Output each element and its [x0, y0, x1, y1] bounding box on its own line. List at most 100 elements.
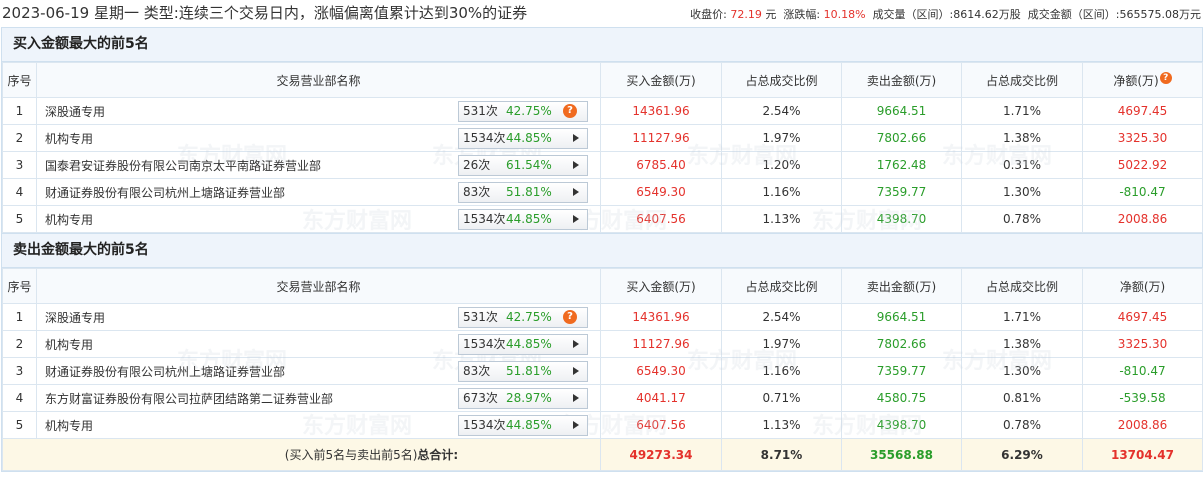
- page-header: 2023-06-19 星期一 类型:连续三个交易日内，涨幅偏离值累计达到30%的…: [0, 0, 1204, 27]
- row-sell-ratio: 1.71%: [961, 97, 1083, 125]
- row-broker: 国泰君安证券股份有限公司南京太平南路证券营业部 26次 61.54%: [36, 151, 601, 179]
- row-net-amount: -810.47: [1082, 357, 1203, 385]
- row-no: 4: [2, 384, 37, 412]
- row-buy-ratio: 1.16%: [721, 178, 842, 206]
- row-no: 5: [2, 205, 37, 233]
- broker-stat-button[interactable]: 1534次 44.85%: [458, 128, 588, 149]
- sell-table: 序号 交易营业部名称 买入金额(万) 占总成交比例 卖出金额(万) 占总成交比例…: [2, 268, 1203, 471]
- broker-name-link[interactable]: 深股通专用: [45, 309, 105, 326]
- row-buy-ratio: 1.16%: [721, 357, 842, 385]
- broker-stat-button[interactable]: 1534次 44.85%: [458, 209, 588, 230]
- table-row: 5 机构专用 1534次 44.85% 6407.56 1.13% 4398.70 0.78%…: [2, 205, 1203, 233]
- row-no: 3: [2, 151, 37, 179]
- broker-name-link[interactable]: 机构专用: [45, 336, 93, 353]
- broker-rise-rate: 51.81%: [506, 185, 552, 199]
- row-buy-ratio: 2.54%: [721, 303, 842, 331]
- row-buy-amount: 6549.30: [600, 178, 722, 206]
- col-header-no: 序号: [2, 62, 37, 98]
- row-no: 1: [2, 303, 37, 331]
- expand-arrow-icon[interactable]: [573, 161, 579, 169]
- close-price-label: 收盘价:: [690, 8, 727, 21]
- total-row: (买入前5名与卖出前5名)总合计: 49273.34 8.71% 35568.8…: [2, 438, 1203, 471]
- row-broker: 机构专用 1534次 44.85%: [36, 205, 601, 233]
- row-sell-amount: 9664.51: [841, 303, 962, 331]
- row-buy-ratio: 1.13%: [721, 205, 842, 233]
- row-sell-ratio: 0.78%: [961, 411, 1083, 439]
- expand-arrow-icon[interactable]: [573, 188, 579, 196]
- broker-count: 1534次: [463, 212, 506, 226]
- broker-name-link[interactable]: 东方财富证券股份有限公司拉萨团结路第二证券营业部: [45, 390, 333, 407]
- row-broker: 财通证券股份有限公司杭州上塘路证券营业部 83次 51.81%: [36, 357, 601, 385]
- broker-stat-button[interactable]: 83次 51.81%: [458, 182, 588, 203]
- broker-rise-rate: 44.85%: [506, 131, 552, 145]
- help-icon[interactable]: ?: [563, 104, 577, 118]
- broker-name-link[interactable]: 财通证券股份有限公司杭州上塘路证券营业部: [45, 184, 285, 201]
- change-value: 10.18%: [823, 8, 866, 21]
- broker-name-link[interactable]: 机构专用: [45, 417, 93, 434]
- expand-arrow-icon[interactable]: [573, 215, 579, 223]
- broker-stat-button[interactable]: 83次 51.81%: [458, 361, 588, 382]
- broker-name-link[interactable]: 深股通专用: [45, 103, 105, 120]
- row-broker: 机构专用 1534次 44.85%: [36, 330, 601, 358]
- col-header-name: 交易营业部名称: [36, 268, 601, 304]
- broker-name-link[interactable]: 机构专用: [45, 211, 93, 228]
- row-no: 3: [2, 357, 37, 385]
- row-sell-ratio: 0.78%: [961, 205, 1083, 233]
- broker-stat-button[interactable]: 531次 42.75%?: [458, 307, 588, 328]
- expand-arrow-icon[interactable]: [573, 367, 579, 375]
- col-header-name: 交易营业部名称: [36, 62, 601, 98]
- expand-arrow-icon[interactable]: [573, 340, 579, 348]
- expand-arrow-icon[interactable]: [573, 421, 579, 429]
- row-buy-amount: 14361.96: [600, 97, 722, 125]
- total-buy-ratio: 8.71%: [721, 438, 842, 471]
- broker-rise-rate: 42.75%: [506, 310, 552, 324]
- broker-rise-rate: 44.85%: [506, 337, 552, 351]
- total-buy: 49273.34: [600, 438, 722, 471]
- col-header-sell: 卖出金额(万): [841, 62, 962, 98]
- row-buy-ratio: 0.71%: [721, 384, 842, 412]
- broker-stat-button[interactable]: 673次 28.97%: [458, 388, 588, 409]
- broker-stat-button[interactable]: 531次 42.75%?: [458, 101, 588, 122]
- row-net-amount: 4697.45: [1082, 97, 1203, 125]
- row-net-amount: -810.47: [1082, 178, 1203, 206]
- row-buy-amount: 11127.96: [600, 330, 722, 358]
- buy-section-title: 买入金额最大的前5名: [2, 28, 1202, 62]
- row-no: 1: [2, 97, 37, 125]
- amount-value: 565575.08万元: [1119, 8, 1202, 21]
- help-icon[interactable]: ?: [563, 310, 577, 324]
- table-row: 2 机构专用 1534次 44.85% 11127.96 1.97% 7802.66 1.38…: [2, 124, 1203, 152]
- broker-stat-button[interactable]: 1534次 44.85%: [458, 415, 588, 436]
- row-sell-ratio: 1.38%: [961, 330, 1083, 358]
- row-buy-ratio: 1.20%: [721, 151, 842, 179]
- row-net-amount: -539.58: [1082, 384, 1203, 412]
- sell-table-body: 1 深股通专用 531次 42.75%? 14361.96 2.54% 9664.51 1.7…: [2, 303, 1203, 439]
- row-sell-ratio: 1.30%: [961, 178, 1083, 206]
- col-header-buy-ratio: 占总成交比例: [721, 268, 842, 304]
- row-sell-amount: 4580.75: [841, 384, 962, 412]
- row-buy-amount: 4041.17: [600, 384, 722, 412]
- row-buy-amount: 6549.30: [600, 357, 722, 385]
- broker-name-link[interactable]: 机构专用: [45, 130, 93, 147]
- row-sell-ratio: 1.71%: [961, 303, 1083, 331]
- row-no: 5: [2, 411, 37, 439]
- total-sell: 35568.88: [841, 438, 962, 471]
- row-net-amount: 2008.86: [1082, 205, 1203, 233]
- row-no: 2: [2, 124, 37, 152]
- expand-arrow-icon[interactable]: [573, 134, 579, 142]
- col-header-buy: 买入金额(万): [600, 62, 722, 98]
- help-icon[interactable]: ?: [1159, 71, 1172, 84]
- broker-name-link[interactable]: 国泰君安证券股份有限公司南京太平南路证券营业部: [45, 157, 321, 174]
- col-header-no: 序号: [2, 268, 37, 304]
- broker-stat-button[interactable]: 26次 61.54%: [458, 155, 588, 176]
- row-buy-amount: 14361.96: [600, 303, 722, 331]
- broker-count: 1534次: [463, 418, 506, 432]
- row-buy-amount: 11127.96: [600, 124, 722, 152]
- row-net-amount: 3325.30: [1082, 330, 1203, 358]
- broker-name-link[interactable]: 财通证券股份有限公司杭州上塘路证券营业部: [45, 363, 285, 380]
- expand-arrow-icon[interactable]: [573, 394, 579, 402]
- header-date: 2023-06-19: [2, 4, 90, 22]
- close-price-value: 72.19: [730, 8, 762, 21]
- row-buy-amount: 6407.56: [600, 205, 722, 233]
- broker-rise-rate: 44.85%: [506, 418, 552, 432]
- broker-stat-button[interactable]: 1534次 44.85%: [458, 334, 588, 355]
